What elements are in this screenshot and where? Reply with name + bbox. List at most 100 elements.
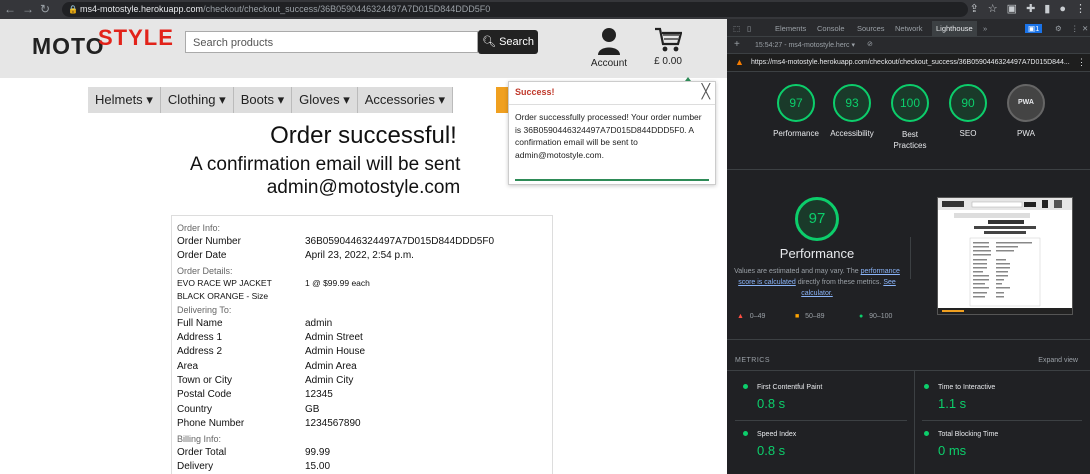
expand-view-toggle[interactable]: Expand view <box>1038 357 1078 364</box>
section-order-info: Order Info: <box>177 223 221 233</box>
puzzle-icon[interactable]: ✚ <box>1026 2 1035 16</box>
caret-down-icon: ▾ <box>277 92 285 107</box>
shopping-bag-link[interactable]: £ 0.00 <box>648 27 688 67</box>
row-value: 12345 <box>305 389 333 400</box>
vertical-divider <box>914 371 915 474</box>
more-tabs-icon[interactable]: » <box>983 24 987 33</box>
plus-icon[interactable]: + <box>734 39 740 50</box>
forward-icon[interactable]: → <box>22 2 34 16</box>
extension-icon[interactable]: ▣ <box>1007 2 1017 16</box>
success-toast: Success! ╳ Order successfully processed!… <box>508 77 716 185</box>
divider <box>727 169 1090 170</box>
gauge-best-practices[interactable]: 100 Best Practices <box>883 84 937 151</box>
row-value: 1234567890 <box>305 418 361 429</box>
sidepanel-icon[interactable]: ▮ <box>1044 2 1050 16</box>
inspect-icon[interactable]: ⬚ <box>733 24 740 33</box>
gauge-accessibility[interactable]: 93 Accessibility <box>825 84 879 138</box>
nav-helmets[interactable]: Helmets ▾ <box>88 87 161 113</box>
row-value: Admin City <box>305 375 354 386</box>
toast-progress <box>515 179 709 181</box>
row-label: Phone Number <box>177 418 245 429</box>
gauge-pwa[interactable]: PWA PWA <box>999 84 1053 138</box>
url-host: ms4-motostyle.herokuapp.com <box>80 4 204 14</box>
close-devtools-icon[interactable]: ✕ <box>1082 24 1088 33</box>
report-url[interactable]: https://ms4-motostyle.herokuapp.com/chec… <box>751 59 1070 66</box>
account-link[interactable]: Account <box>584 27 634 69</box>
nav-boots-label: Boots <box>240 92 274 107</box>
site-header: MOTO STYLE Search products 🔍︎ Search Acc… <box>0 19 727 78</box>
search-icon: 🔍︎ <box>482 36 497 48</box>
search-button-label: Search <box>499 36 534 48</box>
tab-sources[interactable]: Sources <box>857 24 885 33</box>
reload-icon[interactable]: ↻ <box>40 2 50 16</box>
pwa-badge: PWA <box>1007 84 1045 122</box>
browser-toolbar: ← → ↻ 🔒 ms4-motostyle.herokuapp.com/chec… <box>0 0 1090 19</box>
lighthouse-icon: ▲ <box>735 57 744 67</box>
lighthouse-toolbar: + 15:54:27 - ms4-motostyle.herc ▾ ⊘ <box>727 37 1090 54</box>
lock-icon: 🔒 <box>68 5 78 14</box>
triangle-icon: ▲ <box>737 313 744 320</box>
nav-helmets-label: Helmets <box>95 92 143 107</box>
star-icon[interactable]: ☆ <box>988 2 998 16</box>
search-button[interactable]: 🔍︎ Search <box>478 30 538 54</box>
row-value: Admin Area <box>305 361 357 372</box>
row-label: Delivery <box>177 461 214 472</box>
nav-clothing-label: Clothing <box>167 92 216 107</box>
gauge-label: Accessibility <box>830 129 874 138</box>
row-label: Town or City <box>177 375 233 386</box>
divider <box>727 339 1090 340</box>
settings-icon[interactable]: ⚙ <box>1055 24 1062 33</box>
row-label: Order Date <box>177 250 227 261</box>
devtools-tabbar: ⬚ ▯ Elements Console Sources Network Lig… <box>727 19 1090 37</box>
row-value: Admin House <box>305 346 366 357</box>
profile-icon[interactable]: ● <box>1059 2 1066 16</box>
report-menu-icon[interactable]: ⋮ <box>1077 57 1086 68</box>
gauge-score: 97 <box>777 84 815 122</box>
close-icon[interactable]: ╳ <box>702 83 710 100</box>
pass-dot-icon <box>743 431 748 436</box>
gauge-performance[interactable]: 97 Performance <box>769 84 823 138</box>
device-icon[interactable]: ▯ <box>747 24 751 33</box>
row-label: Full Name <box>177 318 223 329</box>
screenshot-thumbnail[interactable] <box>937 197 1073 315</box>
clear-icon[interactable]: ⊘ <box>867 40 873 48</box>
nav-accessories[interactable]: Accessories ▾ <box>357 87 453 113</box>
tab-network[interactable]: Network <box>895 24 923 33</box>
row-value: April 23, 2022, 2:54 p.m. <box>305 250 414 261</box>
metric-speed-index: Speed Index 0.8 s <box>743 431 903 458</box>
website-viewport: MOTO STYLE Search products 🔍︎ Search Acc… <box>0 19 727 474</box>
menu-icon[interactable]: ⋮ <box>1075 2 1086 16</box>
gauge-seo[interactable]: 90 SEO <box>941 84 995 138</box>
legend-fail: ▲ 0–49 <box>737 313 765 320</box>
share-icon[interactable]: ⇪ <box>970 2 979 16</box>
metric-name: Speed Index <box>757 431 797 438</box>
nav-gloves[interactable]: Gloves ▾ <box>292 87 358 113</box>
kebab-icon[interactable]: ⋮ <box>1071 24 1079 33</box>
tab-console[interactable]: Console <box>817 24 845 33</box>
report-select[interactable]: 15:54:27 - ms4-motostyle.herc ▾ <box>755 41 855 49</box>
row-label: Area <box>177 361 199 372</box>
nav-clothing[interactable]: Clothing ▾ <box>160 87 234 113</box>
metric-fcp: First Contentful Paint 0.8 s <box>743 384 903 411</box>
metric-tti: Time to Interactive 1.1 s <box>924 384 1084 411</box>
pass-dot-icon <box>924 431 929 436</box>
issues-badge[interactable]: ▣1 <box>1025 24 1043 33</box>
toast-message: Order successfully processed! Your order… <box>515 112 702 160</box>
devtools-panel: ⬚ ▯ Elements Console Sources Network Lig… <box>727 19 1090 474</box>
browser-actions: ⇪ ☆ ▣ ✚ ▮ ● ⋮ <box>970 2 1086 16</box>
address-bar[interactable]: 🔒 ms4-motostyle.herokuapp.com/checkout/c… <box>62 2 968 17</box>
gauge-score: 93 <box>833 84 871 122</box>
legend-pass: ● 90–100 <box>859 313 892 320</box>
search-input[interactable]: Search products <box>185 31 478 53</box>
square-icon: ■ <box>795 313 800 320</box>
metric-value: 0.8 s <box>757 443 786 458</box>
row-value: 99.99 <box>305 447 331 458</box>
row-value: admin <box>305 318 333 329</box>
back-icon[interactable]: ← <box>4 2 16 16</box>
tab-lighthouse[interactable]: Lighthouse <box>932 21 977 36</box>
nav-boots[interactable]: Boots ▾ <box>233 87 293 113</box>
item-qty: 1 @ $99.99 each <box>305 278 370 288</box>
row-label: Order Total <box>177 447 227 458</box>
row-label: Postal Code <box>177 389 232 400</box>
tab-elements[interactable]: Elements <box>775 24 806 33</box>
